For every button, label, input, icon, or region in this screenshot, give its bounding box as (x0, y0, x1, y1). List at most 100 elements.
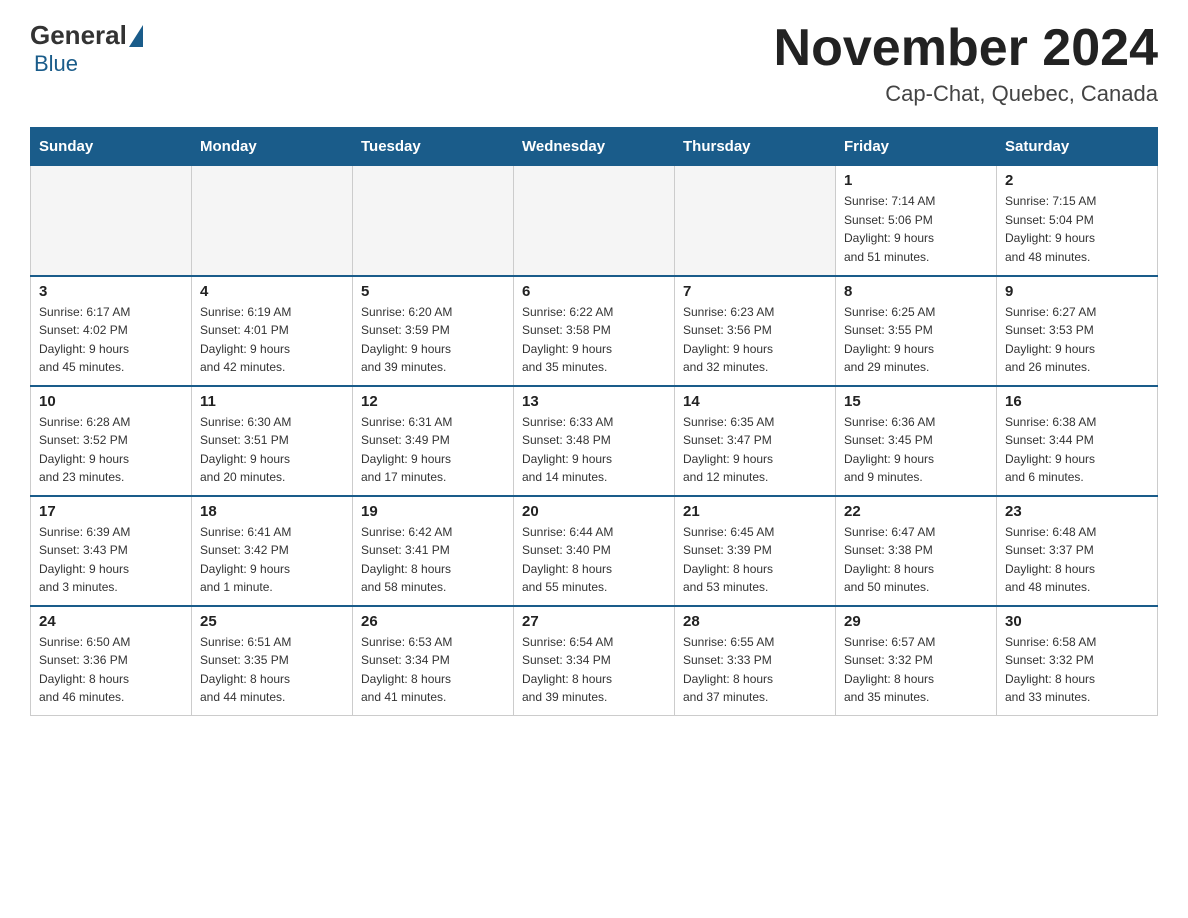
day-number: 17 (39, 503, 183, 520)
logo: General Blue (30, 20, 145, 77)
day-number: 16 (1005, 393, 1149, 410)
weekday-header-tuesday: Tuesday (353, 128, 514, 166)
day-number: 12 (361, 393, 505, 410)
day-number: 22 (844, 503, 988, 520)
day-info: Sunrise: 6:38 AMSunset: 3:44 PMDaylight:… (1005, 413, 1149, 487)
day-info: Sunrise: 6:51 AMSunset: 3:35 PMDaylight:… (200, 633, 344, 707)
calendar-day-cell: 1 Sunrise: 7:14 AMSunset: 5:06 PMDaylight… (836, 166, 997, 276)
day-info: Sunrise: 6:54 AMSunset: 3:34 PMDaylight:… (522, 633, 666, 707)
weekday-header-thursday: Thursday (675, 128, 836, 166)
day-number: 10 (39, 393, 183, 410)
calendar-day-cell: 4Sunrise: 6:19 AMSunset: 4:01 PMDaylight… (192, 276, 353, 386)
day-number: 4 (200, 283, 344, 300)
day-number: 1 (844, 172, 988, 189)
day-number: 13 (522, 393, 666, 410)
weekday-header-monday: Monday (192, 128, 353, 166)
location-subtitle: Cap-Chat, Quebec, Canada (774, 81, 1158, 107)
day-info: Sunrise: 6:53 AMSunset: 3:34 PMDaylight:… (361, 633, 505, 707)
day-number: 28 (683, 613, 827, 630)
day-number: 6 (522, 283, 666, 300)
calendar-day-cell: 23 Sunrise: 6:48 AMSunset: 3:37 PMDayligh… (997, 496, 1158, 606)
day-number: 20 (522, 503, 666, 520)
calendar-day-cell: 19 Sunrise: 6:42 AMSunset: 3:41 PMDayligh… (353, 496, 514, 606)
day-info: Sunrise: 6:30 AMSunset: 3:51 PMDaylight:… (200, 413, 344, 487)
calendar-day-cell: 9 Sunrise: 6:27 AMSunset: 3:53 PMDaylight… (997, 276, 1158, 386)
calendar-day-cell: 18 Sunrise: 6:41 AMSunset: 3:42 PMDayligh… (192, 496, 353, 606)
calendar-day-cell: 6 Sunrise: 6:22 AMSunset: 3:58 PMDaylight… (514, 276, 675, 386)
weekday-header-saturday: Saturday (997, 128, 1158, 166)
calendar-week-row: 3 Sunrise: 6:17 AMSunset: 4:02 PMDaylight… (31, 276, 1158, 386)
calendar-table: SundayMondayTuesdayWednesdayThursdayFrid… (30, 127, 1158, 716)
logo-blue: Blue (34, 51, 78, 76)
calendar-day-cell: 8Sunrise: 6:25 AMSunset: 3:55 PMDaylight… (836, 276, 997, 386)
logo-triangle-icon (129, 25, 143, 47)
day-number: 21 (683, 503, 827, 520)
day-number: 26 (361, 613, 505, 630)
day-info: Sunrise: 6:27 AMSunset: 3:53 PMDaylight:… (1005, 303, 1149, 377)
day-number: 3 (39, 283, 183, 300)
day-number: 19 (361, 503, 505, 520)
day-info: Sunrise: 6:55 AMSunset: 3:33 PMDaylight:… (683, 633, 827, 707)
calendar-day-cell: 30Sunrise: 6:58 AMSunset: 3:32 PMDayligh… (997, 606, 1158, 716)
day-info: Sunrise: 6:50 AMSunset: 3:36 PMDaylight:… (39, 633, 183, 707)
day-number: 24 (39, 613, 183, 630)
calendar-week-row: 17 Sunrise: 6:39 AMSunset: 3:43 PMDayligh… (31, 496, 1158, 606)
day-info: Sunrise: 6:45 AMSunset: 3:39 PMDaylight:… (683, 523, 827, 597)
calendar-day-cell: 26 Sunrise: 6:53 AMSunset: 3:34 PMDayligh… (353, 606, 514, 716)
weekday-header-sunday: Sunday (31, 128, 192, 166)
calendar-day-cell: 2 Sunrise: 7:15 AMSunset: 5:04 PMDaylight… (997, 166, 1158, 276)
day-info: Sunrise: 6:25 AMSunset: 3:55 PMDaylight:… (844, 303, 988, 377)
day-number: 15 (844, 393, 988, 410)
calendar-day-cell: 17 Sunrise: 6:39 AMSunset: 3:43 PMDayligh… (31, 496, 192, 606)
calendar-week-row: 1 Sunrise: 7:14 AMSunset: 5:06 PMDaylight… (31, 166, 1158, 276)
day-number: 29 (844, 613, 988, 630)
calendar-day-cell: 20 Sunrise: 6:44 AMSunset: 3:40 PMDayligh… (514, 496, 675, 606)
day-info: Sunrise: 6:17 AMSunset: 4:02 PMDaylight:… (39, 303, 183, 377)
calendar-day-cell: 15Sunrise: 6:36 AMSunset: 3:45 PMDayligh… (836, 386, 997, 496)
weekday-header-friday: Friday (836, 128, 997, 166)
day-number: 27 (522, 613, 666, 630)
day-info: Sunrise: 6:57 AMSunset: 3:32 PMDaylight:… (844, 633, 988, 707)
calendar-day-cell: 3 Sunrise: 6:17 AMSunset: 4:02 PMDaylight… (31, 276, 192, 386)
day-info: Sunrise: 6:42 AMSunset: 3:41 PMDaylight:… (361, 523, 505, 597)
calendar-day-cell: 12Sunrise: 6:31 AMSunset: 3:49 PMDayligh… (353, 386, 514, 496)
calendar-day-cell: 21 Sunrise: 6:45 AMSunset: 3:39 PMDayligh… (675, 496, 836, 606)
day-info: Sunrise: 6:39 AMSunset: 3:43 PMDaylight:… (39, 523, 183, 597)
day-info: Sunrise: 6:23 AMSunset: 3:56 PMDaylight:… (683, 303, 827, 377)
calendar-day-cell: 13 Sunrise: 6:33 AMSunset: 3:48 PMDayligh… (514, 386, 675, 496)
calendar-title: November 2024 Cap-Chat, Quebec, Canada (774, 20, 1158, 107)
day-info: Sunrise: 6:44 AMSunset: 3:40 PMDaylight:… (522, 523, 666, 597)
day-number: 9 (1005, 283, 1149, 300)
day-info: Sunrise: 7:14 AMSunset: 5:06 PMDaylight:… (844, 192, 988, 266)
calendar-day-cell: 29 Sunrise: 6:57 AMSunset: 3:32 PMDayligh… (836, 606, 997, 716)
day-number: 2 (1005, 172, 1149, 189)
day-info: Sunrise: 7:15 AMSunset: 5:04 PMDaylight:… (1005, 192, 1149, 266)
day-number: 5 (361, 283, 505, 300)
calendar-day-cell (514, 166, 675, 276)
day-info: Sunrise: 6:41 AMSunset: 3:42 PMDaylight:… (200, 523, 344, 597)
day-number: 7 (683, 283, 827, 300)
calendar-day-cell: 10Sunrise: 6:28 AMSunset: 3:52 PMDayligh… (31, 386, 192, 496)
day-number: 18 (200, 503, 344, 520)
weekday-header-wednesday: Wednesday (514, 128, 675, 166)
calendar-day-cell: 11 Sunrise: 6:30 AMSunset: 3:51 PMDayligh… (192, 386, 353, 496)
day-info: Sunrise: 6:22 AMSunset: 3:58 PMDaylight:… (522, 303, 666, 377)
calendar-week-row: 10Sunrise: 6:28 AMSunset: 3:52 PMDayligh… (31, 386, 1158, 496)
page-header: General Blue November 2024 Cap-Chat, Que… (30, 20, 1158, 107)
day-info: Sunrise: 6:20 AMSunset: 3:59 PMDaylight:… (361, 303, 505, 377)
month-year-title: November 2024 (774, 20, 1158, 77)
day-info: Sunrise: 6:35 AMSunset: 3:47 PMDaylight:… (683, 413, 827, 487)
day-info: Sunrise: 6:48 AMSunset: 3:37 PMDaylight:… (1005, 523, 1149, 597)
day-number: 11 (200, 393, 344, 410)
calendar-day-cell (675, 166, 836, 276)
calendar-day-cell: 5 Sunrise: 6:20 AMSunset: 3:59 PMDaylight… (353, 276, 514, 386)
day-number: 30 (1005, 613, 1149, 630)
day-number: 23 (1005, 503, 1149, 520)
calendar-day-cell: 16 Sunrise: 6:38 AMSunset: 3:44 PMDayligh… (997, 386, 1158, 496)
day-info: Sunrise: 6:33 AMSunset: 3:48 PMDaylight:… (522, 413, 666, 487)
weekday-header-row: SundayMondayTuesdayWednesdayThursdayFrid… (31, 128, 1158, 166)
day-number: 25 (200, 613, 344, 630)
calendar-day-cell: 7 Sunrise: 6:23 AMSunset: 3:56 PMDaylight… (675, 276, 836, 386)
calendar-day-cell (353, 166, 514, 276)
logo-general: General (30, 20, 127, 51)
